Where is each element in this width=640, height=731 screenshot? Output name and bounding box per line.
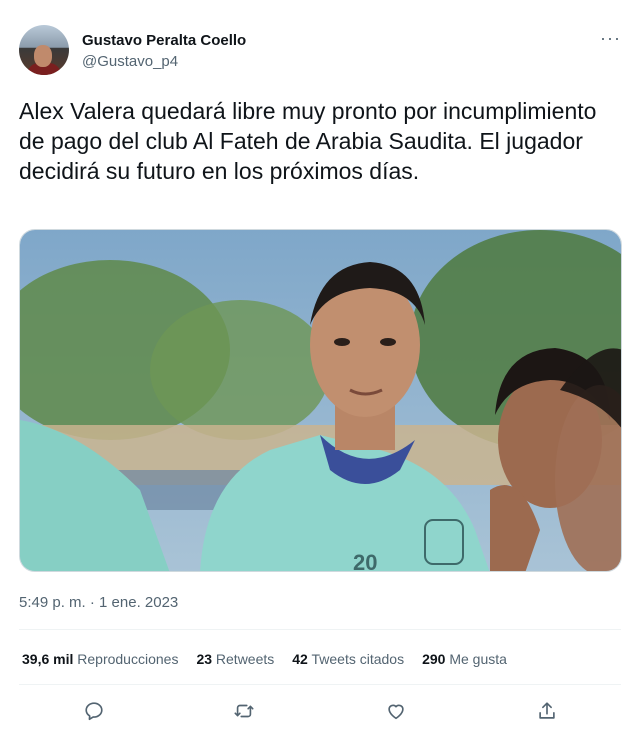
jersey-number: 20: [353, 550, 377, 572]
quotes-count: 42: [292, 651, 308, 667]
avatar[interactable]: [19, 25, 69, 75]
avatar-face: [34, 45, 52, 67]
share-button[interactable]: [534, 698, 560, 724]
tweet-timestamp[interactable]: 5:49 p. m. · 1 ene. 2023: [19, 594, 178, 611]
stat-quotes[interactable]: 42 Tweets citados: [292, 651, 404, 667]
retweet-button[interactable]: [231, 698, 257, 724]
views-label: Reproducciones: [77, 651, 179, 667]
retweet-icon: [234, 704, 254, 718]
reply-icon: [85, 702, 103, 721]
retweets-label: Retweets: [215, 651, 275, 667]
divider-bottom: [19, 684, 621, 685]
likes-count: 290: [422, 651, 446, 667]
photo-player: 20: [20, 230, 621, 572]
more-options-icon[interactable]: ···: [600, 28, 621, 49]
stat-retweets[interactable]: 23 Retweets: [196, 651, 274, 667]
share-icon: [539, 702, 555, 719]
views-count: 39,6 mil: [22, 651, 74, 667]
stat-views[interactable]: 39,6 mil Reproducciones: [22, 651, 178, 667]
quotes-label: Tweets citados: [311, 651, 405, 667]
like-button[interactable]: [383, 698, 409, 724]
reply-button[interactable]: [81, 698, 107, 724]
stat-likes[interactable]: 290 Me gusta: [422, 651, 507, 667]
tweet-actions: [0, 698, 640, 726]
likes-label: Me gusta: [449, 651, 507, 667]
tweet-stats: 39,6 mil Reproducciones 23 Retweets 42 T…: [22, 651, 507, 667]
divider-top: [19, 629, 621, 630]
author-handle[interactable]: @Gustavo_p4: [82, 53, 178, 70]
heart-icon: [388, 704, 404, 720]
tweet-media-photo[interactable]: 20: [19, 229, 622, 572]
author-name[interactable]: Gustavo Peralta Coello: [82, 32, 246, 49]
tweet-text: Alex Valera quedará libre muy pronto por…: [19, 98, 597, 184]
retweets-count: 23: [196, 651, 213, 667]
